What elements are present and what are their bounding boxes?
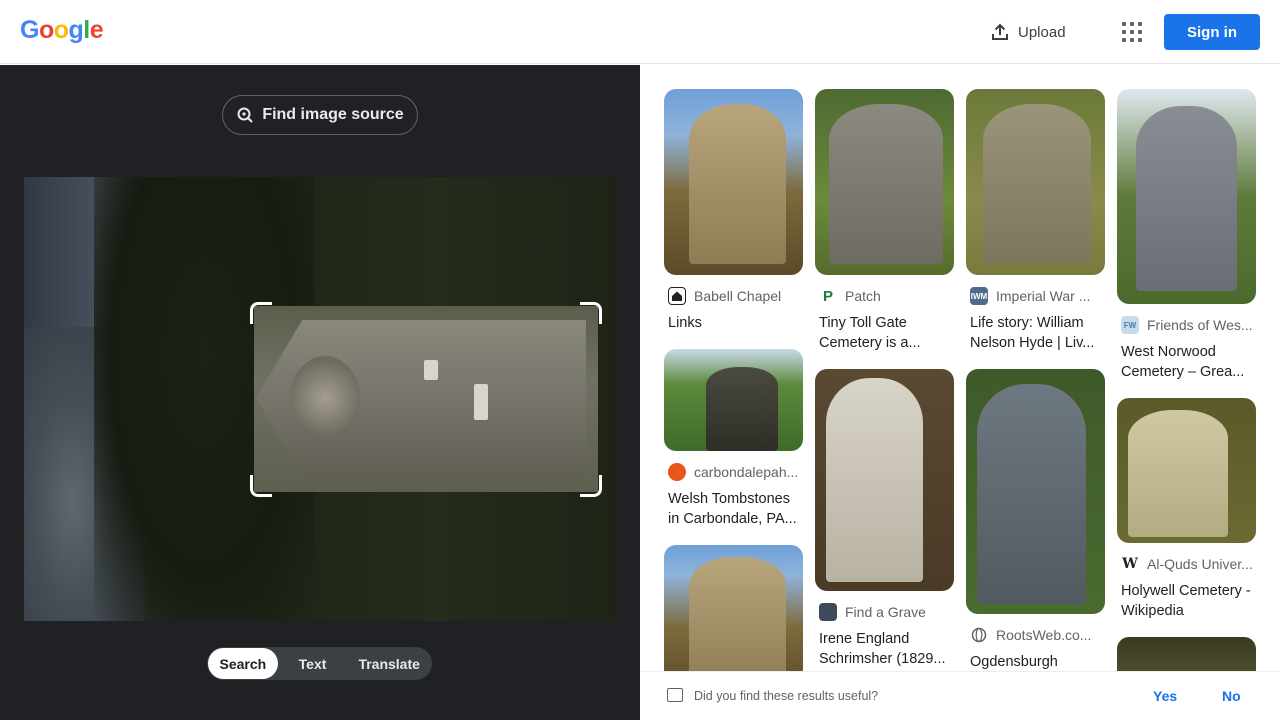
mode-switcher: Search Text Translate [207, 647, 432, 680]
fowc-icon: FW [1121, 316, 1139, 334]
find-image-source-label: Find image source [262, 106, 404, 123]
sign-in-button[interactable]: Sign in [1164, 14, 1260, 50]
result-thumbnail [1117, 398, 1256, 543]
lens-search-icon [237, 107, 254, 123]
iwm-icon: IWM [970, 287, 988, 305]
result-card[interactable]: P Patch Tiny Toll Gate Cemetery is a... [815, 89, 954, 353]
google-logo[interactable]: Google [20, 16, 104, 45]
find-image-source-button[interactable]: Find image source [222, 95, 418, 135]
results-column-2: P Patch Tiny Toll Gate Cemetery is a... … [815, 89, 954, 671]
result-title[interactable]: Holywell Cemetery - Wikipedia [1117, 581, 1256, 621]
result-source: P Patch [815, 287, 954, 305]
result-title[interactable]: West Norwood Cemetery – Grea... [1117, 342, 1256, 382]
result-title[interactable]: Life story: William Nelson Hyde | Liv... [966, 313, 1105, 353]
upload-button[interactable]: Upload [990, 18, 1066, 46]
result-source: carbondalepah... [664, 463, 803, 481]
site-icon [668, 463, 686, 481]
result-card[interactable] [1117, 637, 1256, 671]
crop-handle-top-right[interactable] [580, 302, 602, 324]
result-card[interactable]: Find a Grave Irene England Schrimsher (1… [815, 369, 954, 669]
gravestone-image [256, 320, 586, 476]
apps-grid-icon[interactable] [1118, 18, 1146, 46]
result-thumbnail [815, 89, 954, 275]
feedback-no-button[interactable]: No [1222, 688, 1241, 704]
result-thumbnail [966, 369, 1105, 614]
result-thumbnail [664, 349, 803, 451]
result-card[interactable]: FW Friends of Wes... West Norwood Cemete… [1117, 89, 1256, 382]
mode-search-tab[interactable]: Search [208, 648, 278, 679]
upload-icon [992, 23, 1008, 40]
crop-handle-top-left[interactable] [250, 302, 272, 324]
result-source: Babell Chapel [664, 287, 803, 305]
feedback-question: Did you find these results useful? [694, 689, 879, 703]
result-thumbnail [1117, 637, 1256, 671]
result-source: Find a Grave [815, 603, 954, 621]
result-title[interactable]: Tiny Toll Gate Cemetery is a... [815, 313, 954, 353]
result-thumbnail [815, 369, 954, 591]
visual-matches-panel: Babell Chapel Links carbondalepah... Wel… [640, 65, 1280, 671]
result-thumbnail [966, 89, 1105, 275]
results-column-1: Babell Chapel Links carbondalepah... Wel… [664, 89, 803, 671]
result-card[interactable] [664, 545, 803, 671]
result-source: FW Friends of Wes... [1117, 316, 1256, 334]
wikipedia-icon: W [1122, 556, 1138, 572]
result-source: RootsWeb.co... [966, 626, 1105, 644]
result-card[interactable]: IWM Imperial War ... Life story: William… [966, 89, 1105, 353]
result-thumbnail [664, 89, 803, 275]
crop-handle-bottom-right[interactable] [580, 475, 602, 497]
result-source: IWM Imperial War ... [970, 287, 1091, 305]
globe-icon [970, 626, 988, 644]
home-icon [668, 287, 686, 305]
feedback-bar: Did you find these results useful? Yes N… [640, 671, 1280, 720]
results-column-3: IWM Imperial War ... Life story: William… [966, 89, 1105, 671]
result-card[interactable]: W Al-Quds Univer... Holywell Cemetery - … [1117, 398, 1256, 621]
result-card[interactable]: RootsWeb.co... Ogdensburgh [966, 369, 1105, 671]
result-card[interactable]: Babell Chapel Links [664, 89, 803, 333]
result-title[interactable]: Ogdensburgh [966, 652, 1105, 671]
mode-translate-tab[interactable]: Translate [347, 648, 431, 679]
query-image [24, 177, 616, 621]
mode-text-tab[interactable]: Text [278, 648, 348, 679]
result-thumbnail [664, 545, 803, 671]
lens-image-panel: Find image source Search Text Translate [0, 65, 640, 720]
results-column-4: FW Friends of Wes... West Norwood Cemete… [1117, 89, 1256, 671]
top-bar: Google Upload Sign in [0, 0, 1280, 64]
feedback-yes-button[interactable]: Yes [1153, 688, 1177, 704]
patch-icon: P [822, 287, 833, 305]
result-title[interactable]: Welsh Tombstones in Carbondale, PA... [664, 489, 803, 529]
feedback-icon [667, 688, 683, 702]
findagrave-icon [819, 603, 837, 621]
upload-label: Upload [1018, 23, 1066, 41]
result-card[interactable]: carbondalepah... Welsh Tombstones in Car… [664, 349, 803, 529]
crop-handle-bottom-left[interactable] [250, 475, 272, 497]
result-title[interactable]: Irene England Schrimsher (1829... [815, 629, 954, 669]
result-title[interactable]: Links [664, 313, 803, 333]
selected-region[interactable] [254, 306, 598, 492]
result-thumbnail [1117, 89, 1256, 304]
result-source: W Al-Quds Univer... [1122, 556, 1253, 572]
